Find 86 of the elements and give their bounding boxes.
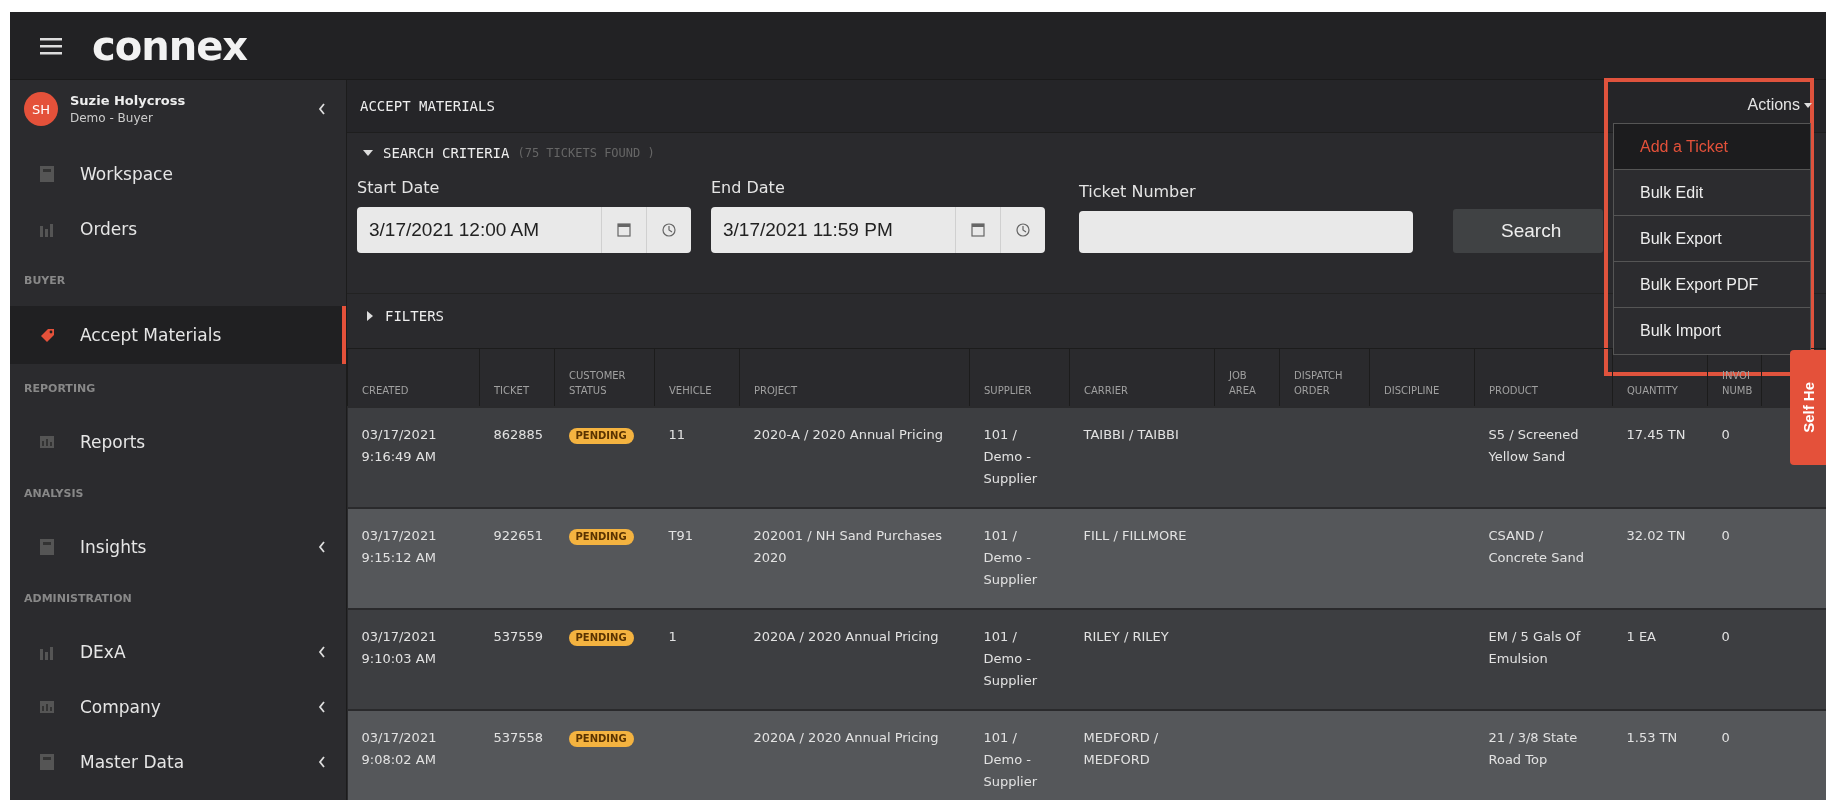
status-badge: PENDING [568, 629, 634, 646]
table-cell: TAIBBI / TAIBBI [1083, 426, 1179, 442]
calendar-icon [971, 223, 985, 237]
caret-icon [365, 311, 375, 321]
field-label: End Date [711, 178, 786, 197]
table-cell: 1 [668, 628, 677, 644]
status-badge: PENDING [568, 427, 634, 444]
clock-icon [662, 223, 676, 237]
menu-item[interactable]: Bulk Export PDF [1614, 262, 1810, 308]
table-cell: 17.45 TN [1626, 426, 1686, 442]
section-heading: BUYER [23, 273, 67, 289]
table-cell: 922651 [493, 527, 544, 543]
table-cell: 11 [668, 426, 686, 442]
table-cell: 1.53 TN [1626, 729, 1678, 745]
nav-item[interactable]: Reports [10, 414, 346, 469]
table-cell: FILL / FILLMORE [1083, 527, 1187, 543]
section-heading: ANALYSIS [23, 486, 85, 502]
nav-item[interactable]: Workspace [10, 146, 346, 201]
clock-icon [1016, 223, 1030, 237]
user-role: Demo - Buyer [70, 111, 154, 125]
table-cell: 2020-A / 2020 Annual Pricing [753, 426, 943, 442]
table-cell: 2020A / 2020 Annual Pricing [753, 729, 939, 745]
actions-dropdown[interactable]: Actions [1747, 94, 1812, 116]
ticket-count: (75 TICKETS FOUND ) [517, 146, 655, 160]
nav-item[interactable]: DExA [10, 624, 346, 679]
menu-item[interactable]: Bulk Export [1614, 216, 1810, 262]
ticket-number-field[interactable] [1079, 211, 1413, 253]
page-title: ACCEPT MATERIALS [360, 98, 495, 114]
clock-button[interactable] [1000, 207, 1045, 253]
user-name: Suzie Holycross [70, 93, 187, 108]
table-cell: 21 / 3/8 State Road Top [1488, 729, 1578, 767]
table-cell: 0 [1721, 426, 1730, 442]
logo: connex [92, 22, 248, 69]
section-heading: ADMINISTRATION [23, 591, 133, 607]
table-cell: 03/17/2021 9:08:02 AM [361, 729, 437, 767]
table-cell: 1 EA [1626, 628, 1656, 644]
date-field[interactable]: 3/17/2021 11:59 PM [711, 207, 955, 253]
field-label: Ticket Number [1079, 182, 1197, 201]
calendar-button[interactable] [601, 207, 646, 253]
clock-button[interactable] [646, 207, 691, 253]
table-cell: RILEY / RILEY [1083, 628, 1169, 644]
table-cell: EM / 5 Gals Of Emulsion [1488, 628, 1581, 666]
table-cell: MEDFORD / MEDFORD [1083, 729, 1159, 767]
table-cell: 101 / Demo - Supplier [983, 527, 1038, 587]
avatar: SH [24, 92, 58, 126]
table-cell: 32.02 TN [1626, 527, 1686, 543]
menu-item[interactable]: Bulk Edit [1614, 170, 1810, 216]
date-field[interactable]: 3/17/2021 12:00 AM [357, 207, 601, 253]
filters-toggle[interactable]: FILTERS [365, 308, 444, 324]
search-criteria-toggle[interactable]: SEARCH CRITERIA [363, 145, 510, 161]
table-cell: CSAND / Concrete Sand [1488, 527, 1584, 565]
table-cell: 0 [1721, 729, 1730, 745]
status-badge: PENDING [568, 730, 634, 747]
search-button[interactable]: Search [1453, 209, 1603, 253]
table-cell: 537559 [493, 628, 544, 644]
table-cell: 03/17/2021 9:16:49 AM [361, 426, 437, 464]
table-cell: T91 [668, 527, 693, 543]
nav-item[interactable]: Master Data [10, 734, 346, 789]
user-profile[interactable]: SH Suzie Holycross Demo - Buyer [10, 80, 346, 146]
table-cell: 101 / Demo - Supplier [983, 628, 1038, 688]
table-cell: 03/17/2021 9:15:12 AM [361, 527, 437, 565]
table-cell: 537558 [493, 729, 544, 745]
caret-icon [1804, 102, 1812, 108]
menu-button[interactable] [40, 36, 62, 55]
nav-item[interactable]: Company [10, 679, 346, 734]
table-cell: 202001 / NH Sand Purchases 2020 [753, 527, 943, 565]
table-cell: 0 [1721, 628, 1730, 644]
table-cell: 862885 [493, 426, 544, 442]
table-cell: 101 / Demo - Supplier [983, 729, 1038, 789]
table-cell: 101 / Demo - Supplier [983, 426, 1038, 486]
table-cell: 0 [1721, 527, 1730, 543]
status-badge: PENDING [568, 528, 634, 545]
section-heading: REPORTING [23, 381, 97, 397]
calendar-icon [617, 223, 631, 237]
menu-icon [40, 36, 62, 55]
table-cell: S5 / Screened Yellow Sand [1488, 426, 1579, 464]
menu-item[interactable]: Add a Ticket [1614, 124, 1810, 170]
nav-item[interactable]: Accept Materials [10, 306, 346, 364]
calendar-button[interactable] [955, 207, 1000, 253]
field-label: Start Date [357, 178, 441, 197]
nav-item[interactable]: Orders [10, 201, 346, 256]
caret-icon [363, 148, 373, 158]
help-tab[interactable]: Self He [1790, 350, 1826, 465]
table-cell: 03/17/2021 9:10:03 AM [361, 628, 437, 666]
nav-item[interactable]: Insights [10, 519, 346, 574]
table-cell: 2020A / 2020 Annual Pricing [753, 628, 939, 644]
